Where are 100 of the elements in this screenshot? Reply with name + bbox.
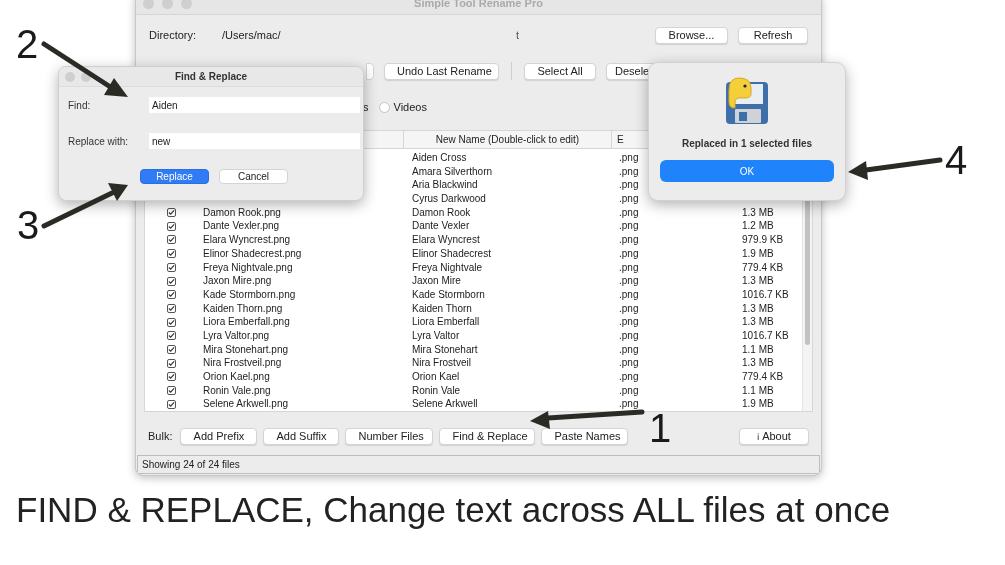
table-cell: 1.1 MB [742,343,774,355]
table-cell: Selene Arkwell.png [203,398,289,410]
toolbar-button[interactable]: Select All [524,62,596,80]
table-cell: .png [619,193,639,205]
step-number: 3 [17,203,40,247]
table-cell: .png [619,357,639,369]
table-cell: 1.9 MB [742,398,774,410]
table-cell: Lyra Valtor.png [203,329,270,341]
text-field[interactable]: Aiden [149,97,360,113]
checkbox[interactable] [167,290,176,300]
toolbar-button[interactable]: Browse... [655,26,728,44]
dialog-button[interactable]: Cancel [219,169,288,184]
table-cell: .png [619,288,639,300]
column-header[interactable]: New Name (Double-click to edit) [404,131,612,149]
table-cell: Elara Wyncrest.png [203,234,291,246]
about-button[interactable]: ℹ About [739,427,809,445]
table-cell: 1.9 MB [742,247,774,259]
table-cell: Ronin Vale.png [203,384,271,396]
ok-button[interactable]: OK [660,160,834,182]
table-cell: Liora Emberfall [412,316,480,328]
bulk-button[interactable]: Number Files [345,427,434,445]
bulk-button[interactable]: Add Suffix [263,427,340,445]
checkbox[interactable] [167,358,176,368]
checkbox[interactable] [167,344,176,354]
radio-label: s [363,99,369,115]
radio-option[interactable]: Videos [378,98,427,116]
checkbox[interactable] [167,303,176,313]
table-cell: .png [619,316,639,328]
table-cell: Amara Silverthorn [412,165,493,177]
table-cell: 1.3 MB [742,206,774,218]
table-cell: Ronin Vale [412,384,461,396]
table-cell: 1.3 MB [742,275,774,287]
toolbar-button[interactable]: Undo Last Rename [384,62,499,80]
table-cell: .png [619,206,639,218]
bulk-label: Bulk: [148,428,173,444]
table-cell: Orion Kael.png [203,371,270,382]
table-cell: Aria Blackwind [412,179,478,191]
dialog-title: Find & Replace [174,70,248,84]
field-label: Directory: [149,27,198,43]
step-number: 2 [16,22,39,66]
checkbox[interactable] [167,331,176,341]
dialog-button[interactable]: Replace [140,169,209,184]
alert-message: Replaced in 1 selected files [681,137,813,151]
checkbox[interactable] [167,399,176,409]
checkbox[interactable] [167,262,176,272]
table-cell: Freya Nightvale.png [203,261,293,273]
table-cell: Orion Kael [412,371,460,382]
table-cell: .png [619,220,639,232]
table-cell: .png [619,165,639,177]
table-cell: Aiden Cross [412,152,467,163]
toolbar-button[interactable]: Refresh [738,26,808,44]
table-cell: .png [619,247,639,259]
table-cell: Damon Rook [412,206,471,218]
table-cell: Kade Stormborn.png [203,288,296,300]
table-cell: Nira Frostveil [412,357,471,369]
table-cell: .png [619,179,639,191]
text-field[interactable]: new [149,133,360,149]
table-cell: 979.9 KB [742,234,784,246]
bulk-button[interactable]: Find & Replace [439,427,536,445]
table-cell: Elinor Shadecrest.png [203,247,302,259]
window-title: Simple Tool Rename Pro [414,0,543,12]
checkbox[interactable] [167,221,176,231]
table-cell: 1016.7 KB [742,329,789,341]
caption: FIND & REPLACE, Change text across ALL files at once [16,489,891,531]
bulk-button[interactable]: Add Prefix [180,427,258,445]
table-cell: Mira Stonehart.png [203,343,289,355]
table-cell: 1.3 MB [742,302,774,314]
table-cell: .png [619,234,639,246]
checkbox[interactable] [167,235,176,245]
table-cell: .png [619,261,639,273]
table-cell: Cyrus Darkwood [412,193,486,205]
table-cell: Elinor Shadecrest [412,247,491,259]
status-text: Showing 24 of 24 files [142,458,240,472]
step-number: 4 [945,138,968,182]
table-cell: .png [619,275,639,287]
table-cell: Damon Rook.png [203,206,281,218]
table-cell: Dante Vexler [412,220,470,232]
table-cell: Jaxon Mire.png [203,275,272,287]
table-cell: Selene Arkwell [412,398,478,410]
checkbox[interactable] [167,372,176,382]
table-cell: Kaiden Thorn.png [203,302,283,314]
table-cell: .png [619,371,639,382]
checkbox[interactable] [167,386,176,396]
table-cell: 779.4 KB [742,261,784,273]
checkbox[interactable] [167,208,176,218]
table-cell: 1.1 MB [742,384,774,396]
table-cell: Elara Wyncrest [412,234,480,246]
table-cell: Lyra Valtor [412,329,460,341]
table-cell: 1.3 MB [742,316,774,328]
checkbox[interactable] [167,249,176,259]
table-cell: .png [619,302,639,314]
checkbox[interactable] [167,317,176,327]
checkbox[interactable] [167,276,176,286]
table-cell: 1.3 MB [742,357,774,369]
table-cell: Nira Frostveil.png [203,357,282,369]
table-cell: .png [619,384,639,396]
table-cell: .png [619,152,639,163]
floppy-disk-icon [723,76,771,126]
bulk-button[interactable]: Paste Names [541,427,629,445]
table-cell: .png [619,398,639,410]
